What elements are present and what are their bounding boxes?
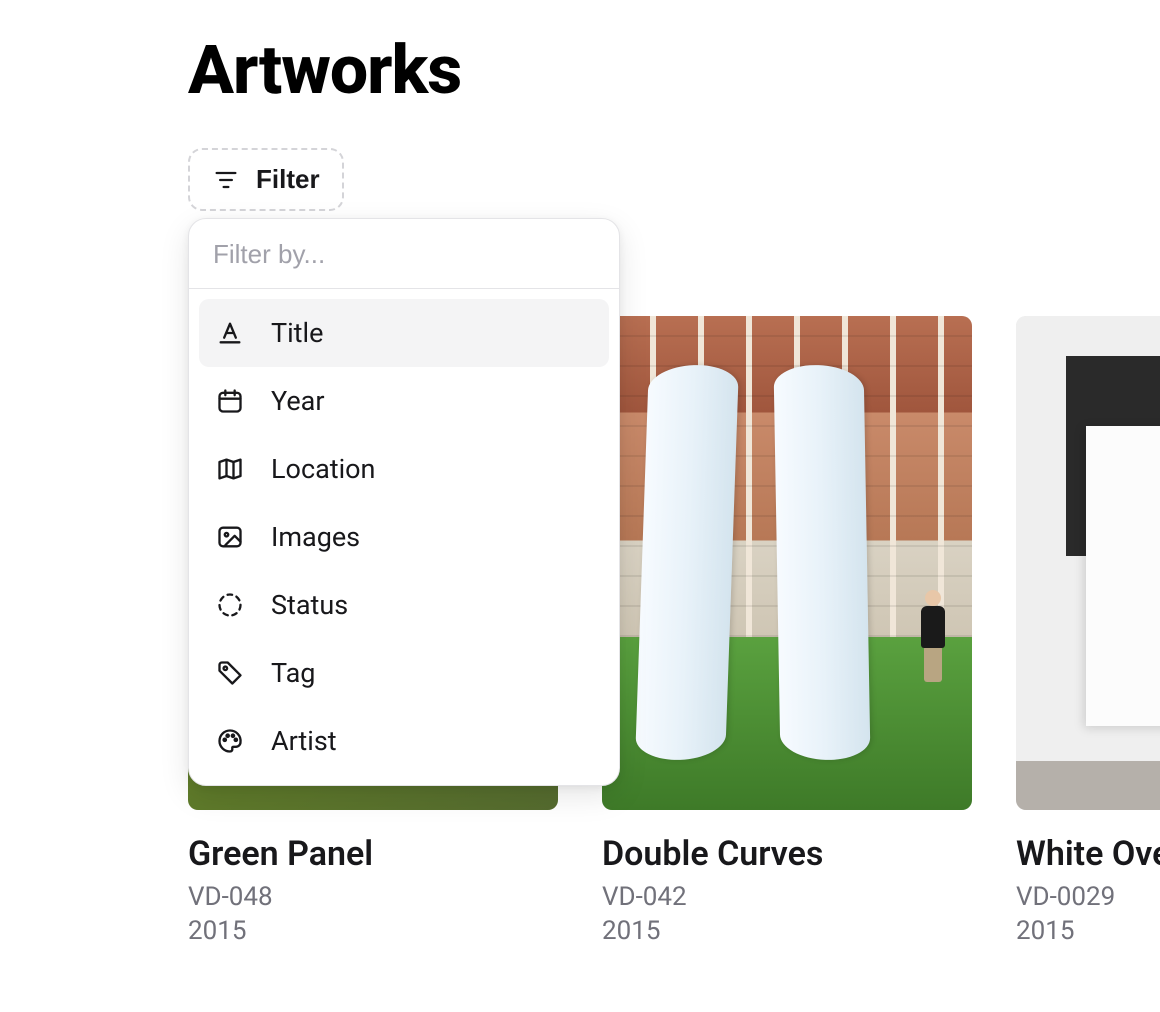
artwork-thumbnail[interactable] [1016, 316, 1160, 810]
page-title: Artworks [188, 30, 1160, 110]
filter-option-label: Title [271, 317, 323, 349]
filter-search-input[interactable] [213, 239, 595, 270]
artwork-title: White Ove [1016, 834, 1160, 874]
filter-search-wrapper [189, 219, 619, 289]
filter-popover: Title Year Location [188, 218, 620, 786]
artwork-code: VD-042 [602, 882, 972, 912]
filter-option-year[interactable]: Year [199, 367, 609, 435]
artwork-year: 2015 [188, 916, 558, 946]
artwork-card[interactable]: Double Curves VD-042 2015 [602, 316, 972, 946]
dashed-circle-icon [215, 590, 245, 620]
filter-icon [212, 166, 240, 194]
artwork-year: 2015 [602, 916, 972, 946]
filter-button[interactable]: Filter [188, 148, 344, 211]
filter-option-label: Artist [271, 725, 337, 757]
palette-icon [215, 726, 245, 756]
filter-option-status[interactable]: Status [199, 571, 609, 639]
artwork-code: VD-0029 [1016, 882, 1160, 912]
filter-button-label: Filter [256, 164, 320, 195]
tag-icon [215, 658, 245, 688]
artwork-code: VD-048 [188, 882, 558, 912]
filter-option-location[interactable]: Location [199, 435, 609, 503]
artwork-card[interactable]: White Ove VD-0029 2015 [1016, 316, 1160, 946]
filter-option-label: Location [271, 453, 375, 485]
map-icon [215, 454, 245, 484]
artwork-thumbnail[interactable] [602, 316, 972, 810]
filter-option-images[interactable]: Images [199, 503, 609, 571]
filter-option-label: Images [271, 521, 360, 553]
filter-option-label: Tag [271, 657, 315, 689]
artwork-title: Green Panel [188, 834, 558, 874]
filter-option-label: Year [271, 385, 325, 417]
artwork-year: 2015 [1016, 916, 1160, 946]
image-icon [215, 522, 245, 552]
filter-option-label: Status [271, 589, 348, 621]
calendar-icon [215, 386, 245, 416]
filter-option-tag[interactable]: Tag [199, 639, 609, 707]
filter-option-artist[interactable]: Artist [199, 707, 609, 775]
artwork-title: Double Curves [602, 834, 972, 874]
text-a-icon [215, 318, 245, 348]
filter-option-title[interactable]: Title [199, 299, 609, 367]
filter-options-list: Title Year Location [189, 289, 619, 785]
